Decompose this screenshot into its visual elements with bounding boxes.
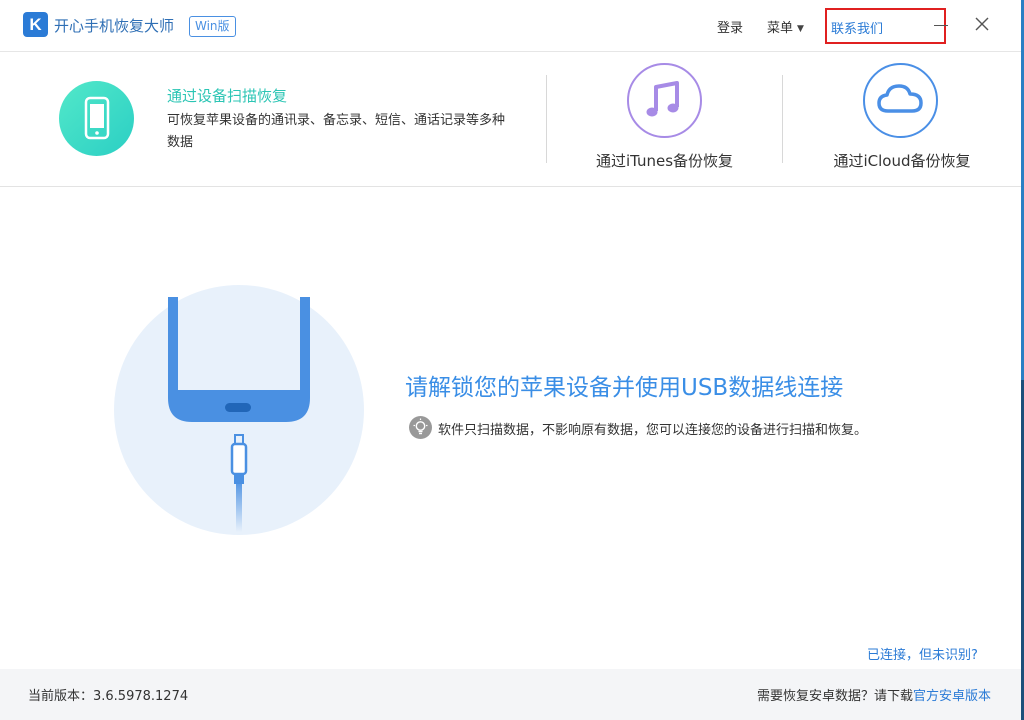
phone-icon — [84, 96, 110, 140]
mode-icloud-backup[interactable]: 通过iCloud备份恢复 — [783, 53, 1021, 187]
itunes-icon-circle — [627, 63, 702, 138]
device-scan-description: 可恢复苹果设备的通讯录、备忘录、短信、通话记录等多种数据 — [167, 113, 506, 150]
contact-us-button[interactable]: 联系我们 — [825, 8, 946, 44]
device-scan-title: 通过设备扫描恢复 — [167, 87, 288, 105]
status-footer: 当前版本：3.6.5978.1274 需要恢复安卓数据？请下载官方安卓版本 — [0, 669, 1021, 720]
android-prompt-text: 需要恢复安卓数据？请下载 — [756, 689, 913, 704]
login-button[interactable]: 登录 — [717, 17, 743, 36]
caret-down-icon: ▼ — [797, 24, 804, 34]
mode-itunes-backup[interactable]: 通过iTunes备份恢复 — [547, 53, 782, 187]
icloud-icon-circle — [863, 63, 938, 138]
scan-tip-text: 软件只扫描数据，不影响原有数据，您可以连接您的设备进行扫描和恢复。 — [438, 423, 868, 438]
contact-us-label: 联系我们 — [831, 22, 884, 37]
mode-device-scan[interactable]: 通过设备扫描恢复 可恢复苹果设备的通讯录、备忘录、短信、通话记录等多种数据 — [0, 53, 546, 187]
menu-label: 菜单 — [767, 21, 794, 36]
android-download-prompt: 需要恢复安卓数据？请下载官方安卓版本 — [757, 685, 991, 704]
app-title: 开心手机恢复大师 — [54, 17, 175, 35]
android-version-link[interactable]: 官方安卓版本 — [913, 689, 991, 704]
music-note-icon — [646, 81, 679, 117]
title-bar: K 开心手机恢复大师 Win版 登录 菜单 ▼ 联系我们 — [0, 0, 1024, 52]
device-scan-icon-circle — [59, 81, 134, 156]
app-logo-letter: K — [29, 15, 42, 34]
minimize-icon[interactable] — [934, 25, 948, 26]
connected-not-recognized-link[interactable]: 已连接，但未识别? — [867, 644, 978, 663]
itunes-backup-label: 通过iTunes备份恢复 — [595, 152, 734, 170]
edition-badge: Win版 — [189, 16, 236, 37]
cloud-icon — [877, 84, 923, 113]
lightbulb-icon — [409, 416, 432, 439]
main-content: 请解锁您的苹果设备并使用USB数据线连接 软件只扫描数据，不影响原有数据，您可以… — [0, 188, 1021, 669]
connect-instruction-headline: 请解锁您的苹果设备并使用USB数据线连接 — [405, 375, 844, 401]
icloud-backup-label: 通过iCloud备份恢复 — [833, 152, 971, 170]
close-icon[interactable] — [972, 14, 992, 34]
phone-usb-illustration — [110, 280, 370, 540]
app-logo: K — [23, 12, 48, 37]
menu-button[interactable]: 菜单 ▼ — [767, 17, 804, 36]
recovery-mode-bar: 通过设备扫描恢复 可恢复苹果设备的通讯录、备忘录、短信、通话记录等多种数据 通过… — [0, 53, 1024, 187]
version-label: 当前版本：3.6.5978.1274 — [28, 689, 189, 704]
